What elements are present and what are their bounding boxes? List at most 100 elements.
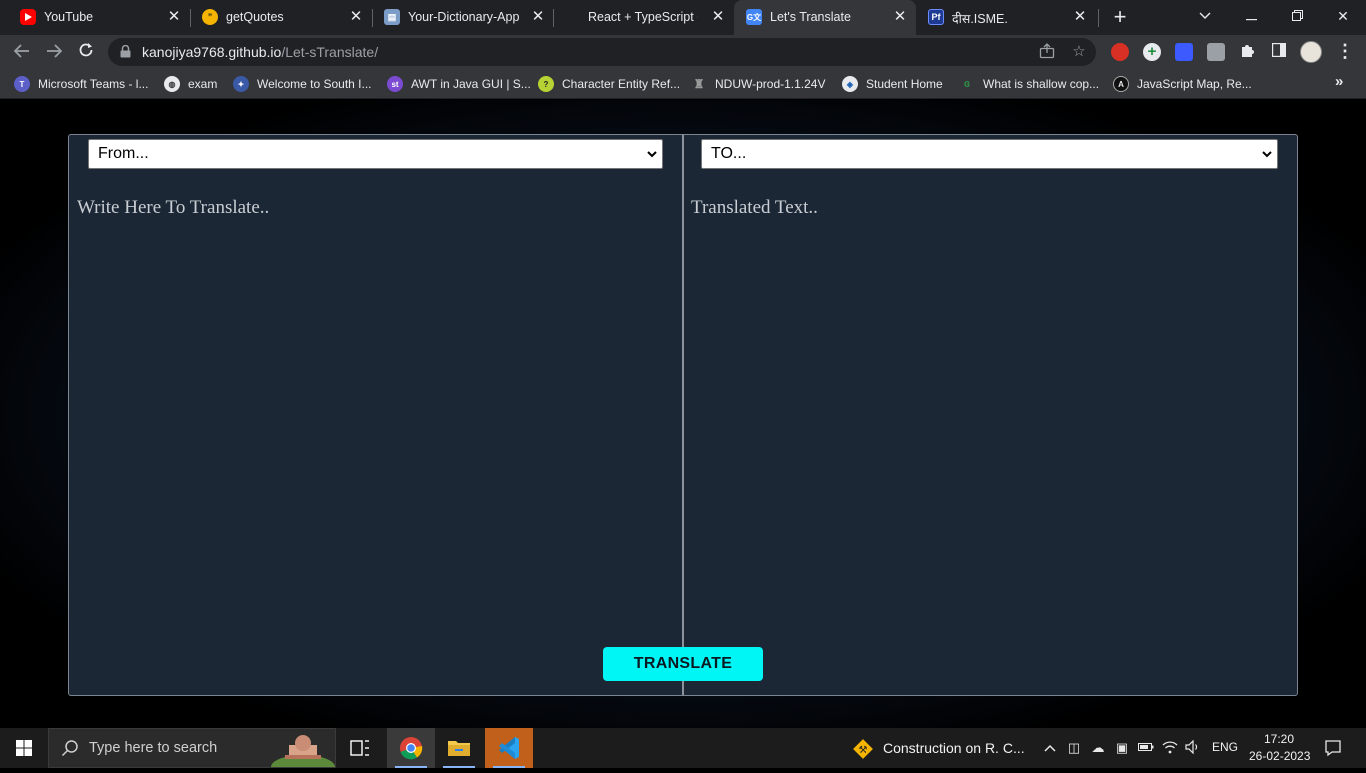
battery-icon[interactable]: [1138, 740, 1154, 756]
tab-title: YouTube: [44, 10, 94, 24]
screen-record-icon[interactable]: [1175, 43, 1193, 61]
search-placeholder: Type here to search: [89, 740, 218, 756]
chevron-down-icon: [1262, 151, 1272, 158]
weather-news-text[interactable]: Construction on R. C...: [883, 740, 1025, 756]
profile-avatar[interactable]: [1300, 41, 1322, 63]
emblem-icon: ♜: [693, 77, 705, 91]
tab-dictionary-app[interactable]: ▤ Your-Dictionary-App ✕: [364, 0, 554, 35]
tab-title: Let's Translate: [770, 10, 851, 24]
close-tab-icon[interactable]: ✕: [710, 9, 726, 25]
bookmark-label: Character Entity Ref...: [562, 77, 681, 91]
translated-text-output: Translated Text..: [691, 197, 818, 218]
bookmark-label: exam: [188, 77, 218, 91]
bookmark-label: JavaScript Map, Re...: [1137, 77, 1252, 91]
bookmark-javascript-map[interactable]: A JavaScript Map, Re...: [1113, 75, 1252, 93]
bookmarks-overflow-button[interactable]: »: [1335, 73, 1343, 90]
from-select-value: From...: [98, 145, 149, 162]
task-view-icon[interactable]: [336, 728, 384, 768]
bookmark-shallow-copy[interactable]: ɞ What is shallow cop...: [959, 75, 1099, 93]
lock-icon: [120, 44, 131, 58]
tray-overflow-chevron-icon[interactable]: [1042, 740, 1058, 756]
share-icon[interactable]: [1038, 43, 1056, 61]
tab-react-typescript[interactable]: React + TypeScript + I ✕: [548, 0, 734, 35]
to-language-select[interactable]: TO...: [701, 139, 1278, 169]
new-tab-button[interactable]: +: [1109, 6, 1131, 28]
from-language-select[interactable]: From...: [88, 139, 663, 169]
translate-icon: G文: [746, 9, 762, 25]
vscode-icon[interactable]: [485, 728, 533, 768]
volume-icon[interactable]: [1185, 739, 1201, 756]
source-text-input[interactable]: Write Here To Translate..: [77, 197, 667, 617]
add-extension-icon[interactable]: +: [1143, 43, 1161, 61]
bookmark-label: NDUW-prod-1.1.24V: [715, 77, 826, 91]
bookmark-star-icon[interactable]: ☆: [1070, 43, 1088, 61]
minimize-button[interactable]: [1236, 4, 1266, 28]
url-text: kanojiya9768.github.io/Let-sTranslate/: [142, 44, 378, 60]
university-icon: ✦: [233, 76, 249, 92]
bookmark-teams[interactable]: T Microsoft Teams - l...: [14, 75, 148, 93]
panel-divider: [682, 135, 684, 695]
tab-title: Your-Dictionary-App: [408, 10, 520, 24]
search-icon: [61, 739, 79, 762]
close-window-button[interactable]: ✕: [1328, 4, 1358, 28]
file-explorer-icon[interactable]: [435, 728, 483, 768]
wifi-icon[interactable]: [1162, 740, 1178, 756]
tab-title: getQuotes: [226, 10, 284, 24]
tab-lets-translate[interactable]: G文 Let's Translate ✕: [734, 0, 916, 35]
quotes-icon: ”: [202, 9, 218, 25]
bookmark-exam[interactable]: ◍ exam: [164, 75, 217, 93]
bookmark-label: What is shallow cop...: [983, 77, 1100, 91]
reload-icon[interactable]: [74, 40, 98, 64]
tab-title: दीस.ISME.: [952, 12, 1008, 26]
tab-getquotes[interactable]: ” getQuotes ✕: [182, 0, 372, 35]
extension-icon[interactable]: [1111, 43, 1129, 61]
forward-arrow-icon[interactable]: [42, 40, 66, 64]
restore-button[interactable]: [1282, 4, 1312, 28]
close-tab-icon[interactable]: ✕: [348, 9, 364, 25]
tab-youtube[interactable]: YouTube ✕: [0, 0, 190, 35]
clock-date[interactable]: 26-02-2023: [1249, 749, 1310, 763]
clock-time[interactable]: 17:20: [1264, 732, 1294, 746]
bookmark-student-home[interactable]: ◈ Student Home: [842, 75, 943, 93]
side-panel-icon[interactable]: [1270, 42, 1288, 61]
chrome-icon[interactable]: [387, 728, 435, 768]
taskbar-search-box[interactable]: Type here to search: [48, 728, 336, 773]
meet-now-icon[interactable]: ◫: [1066, 740, 1082, 756]
tab-separator: [1098, 9, 1099, 27]
globe-icon: ◍: [164, 76, 180, 92]
input-language[interactable]: ENG: [1212, 740, 1238, 754]
notifications-icon[interactable]: [1324, 739, 1342, 757]
search-highlight-illustration: [271, 731, 335, 773]
close-tab-icon[interactable]: ✕: [166, 9, 182, 25]
close-tab-icon[interactable]: ✕: [530, 9, 546, 25]
bookmark-south[interactable]: ✦ Welcome to South I...: [233, 75, 372, 93]
browser-tab-strip: YouTube ✕ ” getQuotes ✕ ▤ Your-Dictionar…: [0, 0, 1366, 35]
tab-search-chevron-icon[interactable]: [1190, 4, 1220, 28]
close-tab-icon[interactable]: ✕: [1072, 9, 1088, 25]
bookmark-label: Student Home: [866, 77, 943, 91]
windows-start-icon[interactable]: [0, 728, 48, 768]
tab-title: React + TypeScript + I: [588, 10, 698, 24]
tab-pf[interactable]: Pf दीस.ISME. ✕: [916, 0, 1098, 35]
translator-container: From... TO... Write Here To Translate.. …: [68, 134, 1298, 696]
address-bar[interactable]: kanojiya9768.github.io/Let-sTranslate/ ☆: [108, 38, 1096, 66]
extension-icon[interactable]: [1207, 43, 1225, 61]
help-icon: ?: [538, 76, 554, 92]
puzzle-icon[interactable]: [1238, 43, 1256, 61]
close-tab-icon[interactable]: ✕: [892, 9, 908, 25]
browser-toolbar: kanojiya9768.github.io/Let-sTranslate/ ☆…: [0, 35, 1366, 69]
onedrive-icon[interactable]: ☁: [1090, 740, 1106, 756]
bookmark-label: Microsoft Teams - l...: [38, 77, 149, 91]
bookmark-label: AWT in Java GUI | S...: [411, 77, 531, 91]
bookmarks-bar: T Microsoft Teams - l... ◍ exam ✦ Welcome t…: [0, 69, 1366, 99]
back-arrow-icon[interactable]: [10, 40, 34, 64]
gfg-icon: ɞ: [963, 78, 971, 90]
construction-warning-icon: ⚒: [852, 738, 874, 765]
menu-kebab-icon[interactable]: ⋮: [1336, 40, 1354, 64]
bookmark-awt[interactable]: st AWT in Java GUI | S...: [387, 75, 531, 93]
translate-button[interactable]: TRANSLATE: [603, 647, 763, 681]
bookmark-nduw[interactable]: ♜ NDUW-prod-1.1.24V: [691, 75, 826, 93]
js-icon: A: [1113, 76, 1129, 92]
display-icon[interactable]: ▣: [1114, 740, 1130, 756]
bookmark-character-entity[interactable]: ? Character Entity Ref...: [538, 75, 680, 93]
